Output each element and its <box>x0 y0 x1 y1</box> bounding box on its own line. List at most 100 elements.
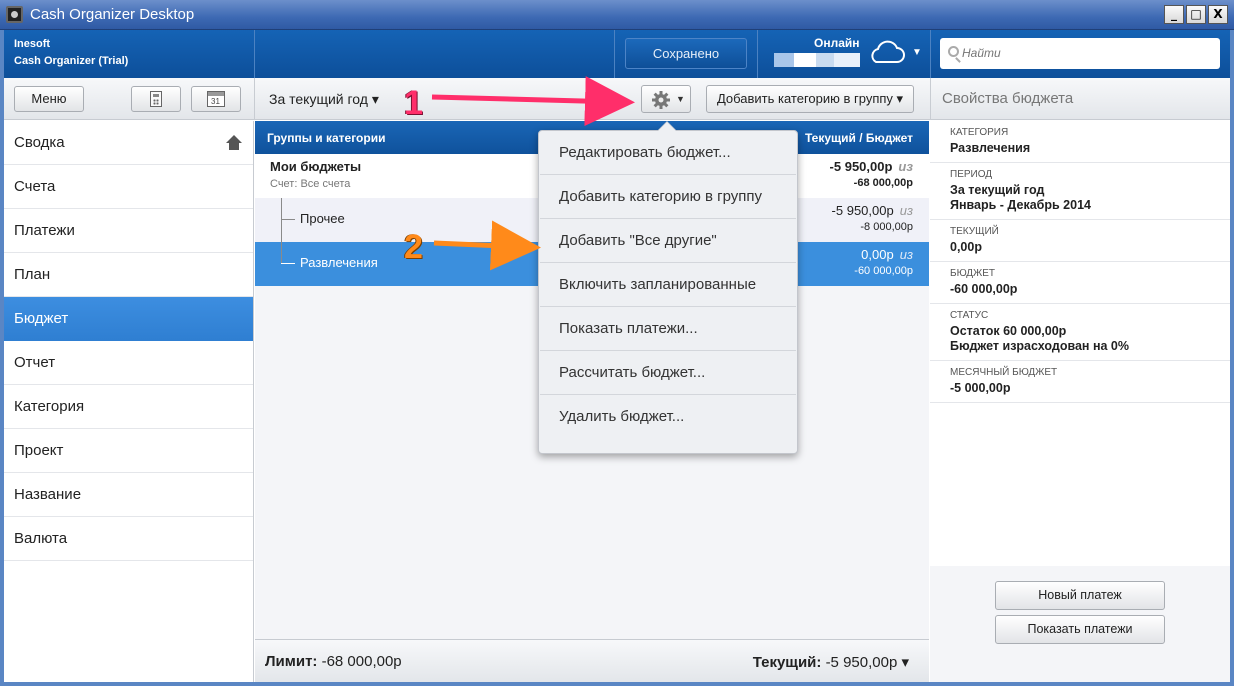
annotation-step-2: 2 <box>404 228 423 266</box>
menu-item-include-scheduled[interactable]: Включить запланированные <box>540 263 796 307</box>
tree-line <box>281 219 295 220</box>
menu-item-edit-budget[interactable]: Редактировать бюджет... <box>540 131 796 175</box>
properties-panel: Категория Развлечения Период За текущий … <box>930 121 1230 682</box>
property-value: Бюджет израсходован на 0% <box>950 339 1129 353</box>
header-divider <box>614 30 615 78</box>
property-value: -5 000,00р <box>950 381 1011 395</box>
current-summary[interactable]: Текущий: -5 950,00р ▾ <box>753 653 909 671</box>
sync-progress-bar <box>774 53 860 67</box>
annotation-step-1: 1 <box>404 84 423 122</box>
gear-icon <box>652 91 670 109</box>
minimize-button[interactable]: _ <box>1164 5 1184 24</box>
new-payment-button[interactable]: Новый платеж <box>995 581 1165 610</box>
budget-row-name: Развлечения <box>300 255 378 270</box>
budget-row-limit: -60 000,00р <box>854 265 913 277</box>
budget-actions-menu: Редактировать бюджет... Добавить категор… <box>538 121 798 454</box>
calculator-button[interactable] <box>131 86 181 112</box>
property-category: Категория Развлечения <box>930 121 1230 163</box>
sidebar-item-category[interactable]: Категория <box>4 385 253 429</box>
saved-status-button[interactable]: Сохранено <box>625 38 747 69</box>
property-key: Текущий <box>950 226 999 237</box>
chevron-down-icon[interactable]: ▼ <box>912 47 922 58</box>
property-monthly-budget: Месячный бюджет -5 000,00р <box>930 361 1230 403</box>
company-info: Inesoft Cash Organizer (Trial) <box>14 36 128 70</box>
budget-row-limit: -68 000,00р <box>853 177 913 189</box>
menu-item-add-all-others[interactable]: Добавить "Все другие" <box>540 219 796 263</box>
cloud-icon[interactable] <box>866 39 906 65</box>
close-button[interactable]: X <box>1208 5 1228 24</box>
sidebar-item-label: Отчет <box>14 354 56 371</box>
sidebar-item-payee[interactable]: Название <box>4 473 253 517</box>
budget-row-account: Счет: Все счета <box>270 178 351 190</box>
tree-line <box>281 198 282 264</box>
budget-row-name: Мои бюджеты <box>270 159 362 174</box>
property-status: Статус Остаток 60 000,00р Бюджет израсхо… <box>930 304 1230 361</box>
chevron-down-icon: ▼ <box>676 94 685 104</box>
property-value: -60 000,00р <box>950 282 1018 296</box>
sidebar-item-project[interactable]: Проект <box>4 429 253 473</box>
sidebar-item-label: Проект <box>14 442 64 459</box>
search-input[interactable] <box>962 43 1212 63</box>
period-dropdown[interactable]: За текущий год ▾ <box>269 91 379 108</box>
property-key: Статус <box>950 310 989 321</box>
add-category-button[interactable]: Добавить категорию в группу ▾ <box>706 85 914 113</box>
toolbar: Меню 31 За текущий год ▾ ▼ Добавить кате… <box>4 78 1230 120</box>
calendar-button[interactable]: 31 <box>191 86 241 112</box>
sidebar-item-accounts[interactable]: Счета <box>4 165 253 209</box>
property-period: Период За текущий год Январь - Декабрь 2… <box>930 163 1230 220</box>
property-budget: Бюджет -60 000,00р <box>930 262 1230 304</box>
window-title-bar: Cash Organizer Desktop _ □ X <box>0 0 1234 30</box>
menu-button[interactable]: Меню <box>14 86 84 112</box>
sidebar-item-budget[interactable]: Бюджет <box>4 297 253 341</box>
sidebar-item-currency[interactable]: Валюта <box>4 517 253 561</box>
column-current-budget[interactable]: Текущий / Бюджет <box>805 131 913 145</box>
property-current: Текущий 0,00р <box>930 220 1230 262</box>
header-divider <box>930 30 931 78</box>
home-icon[interactable] <box>226 135 242 150</box>
search-box[interactable] <box>940 38 1220 69</box>
settings-menu-button[interactable]: ▼ <box>641 85 691 113</box>
sidebar-item-payments[interactable]: Платежи <box>4 209 253 253</box>
menu-item-show-payments[interactable]: Показать платежи... <box>540 307 796 351</box>
app-header: Inesoft Cash Organizer (Trial) Сохранено… <box>4 30 1230 78</box>
property-key: Бюджет <box>950 268 996 279</box>
company-name: Inesoft <box>14 38 51 50</box>
property-value: Январь - Декабрь 2014 <box>950 198 1091 212</box>
menu-item-calculate-budget[interactable]: Рассчитать бюджет... <box>540 351 796 395</box>
calendar-icon: 31 <box>207 91 225 107</box>
maximize-button[interactable]: □ <box>1186 5 1206 24</box>
sidebar-item-plan[interactable]: План <box>4 253 253 297</box>
sidebar-item-label: Категория <box>14 398 85 415</box>
menu-item-delete-budget[interactable]: Удалить бюджет... <box>540 395 796 439</box>
header-divider <box>254 30 255 78</box>
product-name: Cash Organizer (Trial) <box>14 55 129 67</box>
sidebar-item-label: Платежи <box>14 222 75 239</box>
budget-row-current: -5 950,00р из <box>829 159 913 174</box>
menu-item-add-category[interactable]: Добавить категорию в группу <box>540 175 796 219</box>
sidebar-item-label: Валюта <box>14 530 68 547</box>
sidebar-item-label: Сводка <box>14 134 65 151</box>
property-value: За текущий год <box>950 183 1045 197</box>
app-icon <box>6 6 23 23</box>
sidebar-item-label: Бюджет <box>14 310 69 327</box>
property-key: Месячный бюджет <box>950 367 1058 378</box>
property-key: Период <box>950 169 993 180</box>
toolbar-divider <box>930 78 931 120</box>
property-key: Категория <box>950 127 1009 138</box>
limit-summary: Лимит: -68 000,00р <box>265 653 402 670</box>
search-icon <box>948 46 959 57</box>
sidebar-item-report[interactable]: Отчет <box>4 341 253 385</box>
budget-footer: Лимит: -68 000,00р Текущий: -5 950,00р ▾ <box>255 639 929 682</box>
budget-row-current: 0,00р из <box>861 247 913 262</box>
property-value: Развлечения <box>950 141 1031 155</box>
sidebar-item-summary[interactable]: Сводка <box>4 121 253 165</box>
calculator-icon <box>150 91 162 107</box>
toolbar-divider <box>254 78 255 120</box>
column-groups[interactable]: Группы и категории <box>267 131 385 145</box>
sidebar-item-label: Название <box>14 486 82 503</box>
calendar-day: 31 <box>211 97 220 106</box>
window-title: Cash Organizer Desktop <box>30 6 195 23</box>
properties-title: Свойства бюджета <box>942 90 1074 107</box>
budget-row-limit: -8 000,00р <box>860 221 913 233</box>
show-payments-button[interactable]: Показать платежи <box>995 615 1165 644</box>
